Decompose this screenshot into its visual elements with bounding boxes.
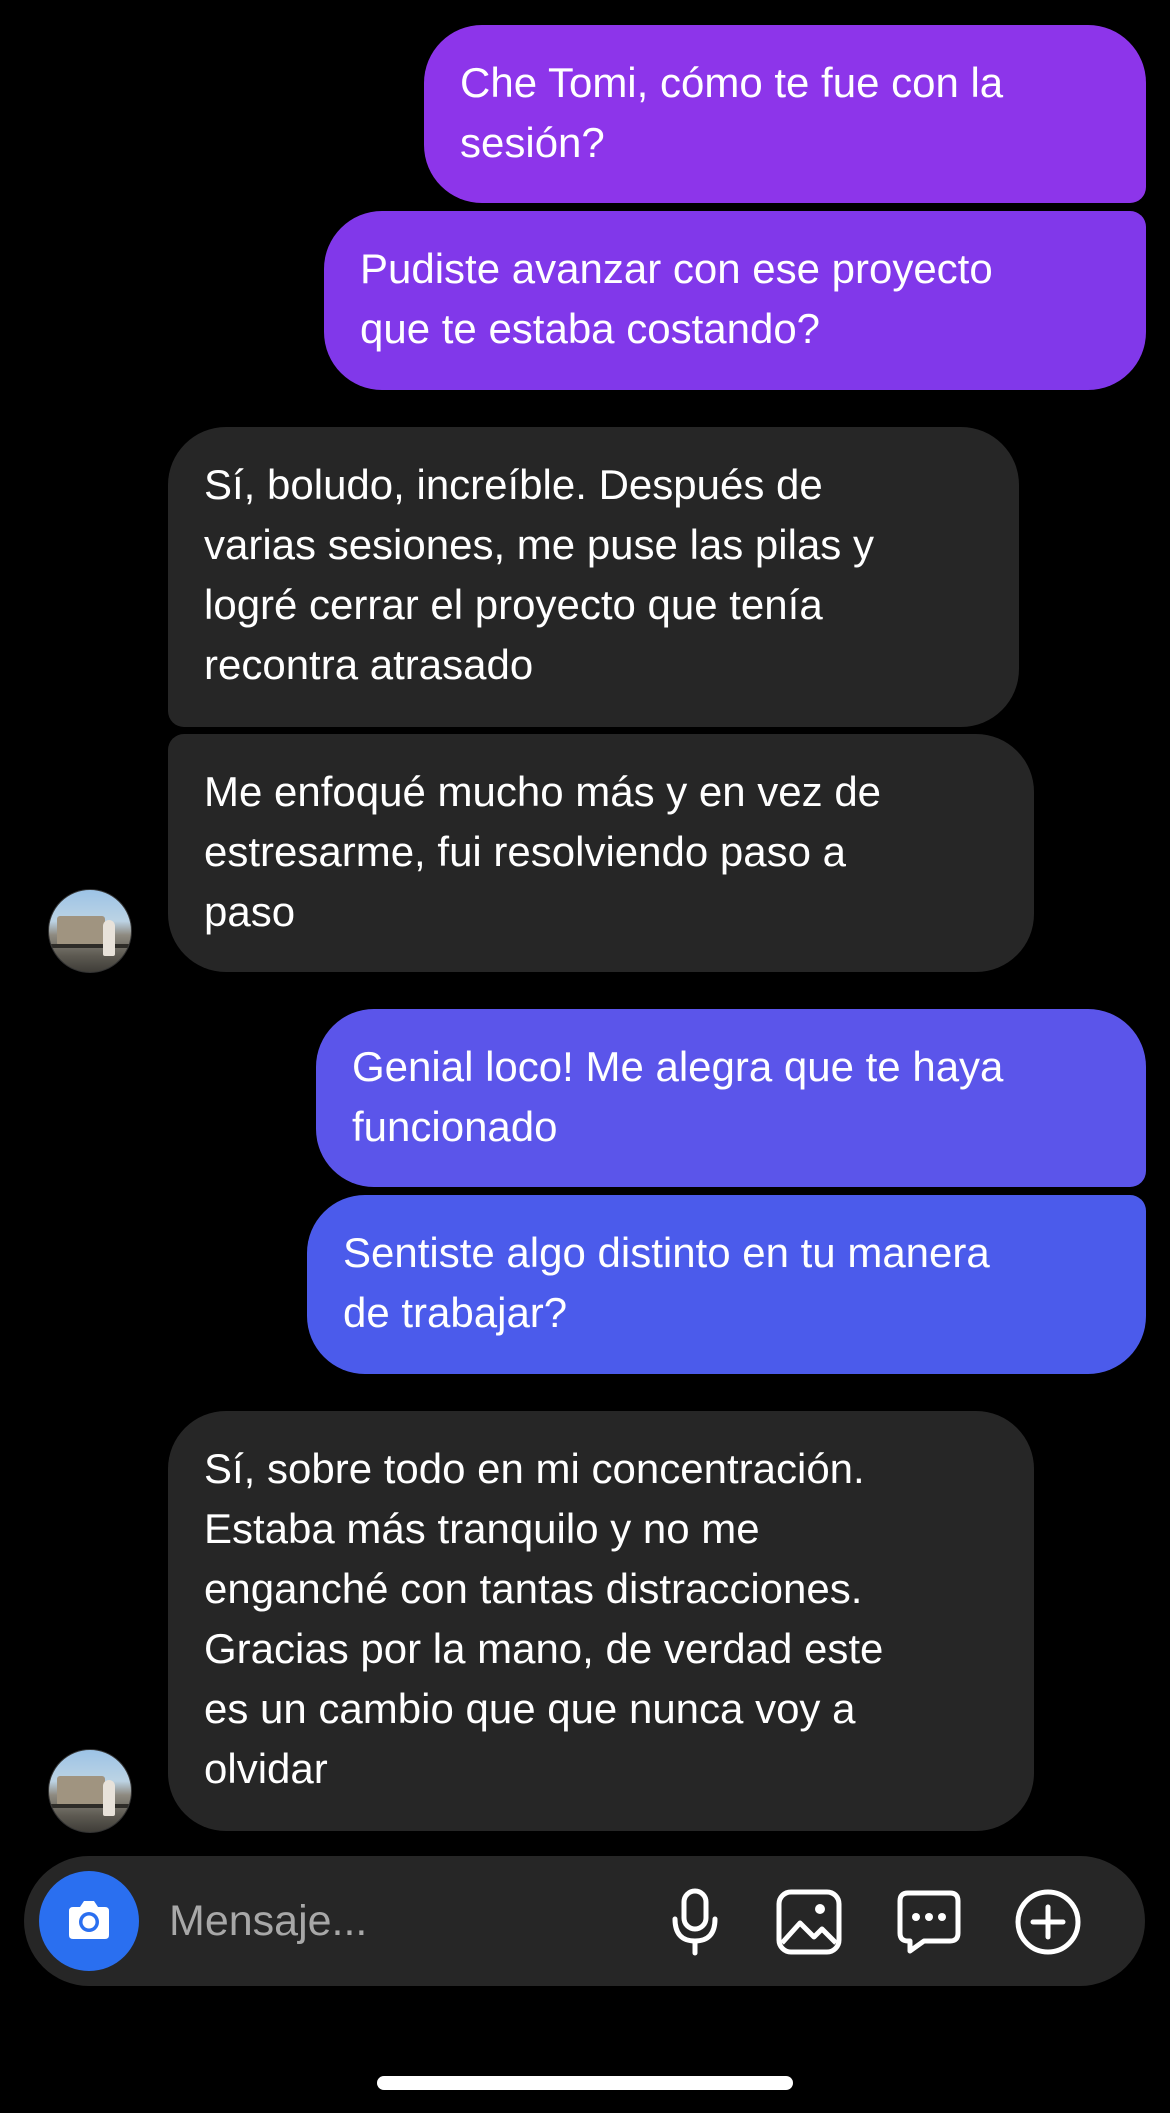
message-bubble-outgoing[interactable]: Pudiste avanzar con ese proyecto que te … bbox=[324, 211, 1146, 390]
message-bubble-outgoing[interactable]: Sentiste algo distinto en tu manera de t… bbox=[307, 1195, 1146, 1374]
avatar-photo-wall bbox=[57, 1776, 105, 1806]
gallery-button[interactable] bbox=[774, 1887, 844, 1957]
message-bubble-outgoing[interactable]: Genial loco! Me alegra que te haya funci… bbox=[316, 1009, 1146, 1187]
home-indicator bbox=[377, 2076, 793, 2090]
more-button[interactable] bbox=[1013, 1887, 1083, 1957]
avatar-photo-rail bbox=[49, 944, 131, 948]
camera-icon bbox=[69, 1901, 109, 1939]
avatar-photo-person bbox=[103, 1780, 115, 1816]
message-input[interactable]: Mensaje... bbox=[169, 1893, 367, 1949]
avatar-photo-wall bbox=[57, 916, 105, 946]
message-bubble-incoming[interactable]: Me enfoqué mucho más y en vez de estresa… bbox=[168, 734, 1034, 972]
avatar-photo-person bbox=[103, 920, 115, 956]
message-bubble-outgoing[interactable]: Che Tomi, cómo te fue con la sesión? bbox=[424, 25, 1146, 203]
contact-avatar[interactable] bbox=[48, 1749, 132, 1833]
gallery-icon bbox=[776, 1889, 842, 1955]
sticker-chat-icon bbox=[897, 1890, 961, 1954]
message-bubble-incoming[interactable]: Sí, sobre todo en mi concentración. Esta… bbox=[168, 1411, 1034, 1831]
plus-circle-icon bbox=[1015, 1889, 1081, 1955]
microphone-button[interactable] bbox=[660, 1887, 730, 1957]
camera-button[interactable] bbox=[39, 1871, 139, 1971]
microphone-icon bbox=[672, 1888, 718, 1956]
sticker-button[interactable] bbox=[894, 1887, 964, 1957]
message-composer: Mensaje... bbox=[24, 1856, 1145, 1986]
message-bubble-incoming[interactable]: Sí, boludo, increíble. Después de varias… bbox=[168, 427, 1019, 727]
contact-avatar[interactable] bbox=[48, 889, 132, 973]
avatar-photo-rail bbox=[49, 1804, 131, 1808]
